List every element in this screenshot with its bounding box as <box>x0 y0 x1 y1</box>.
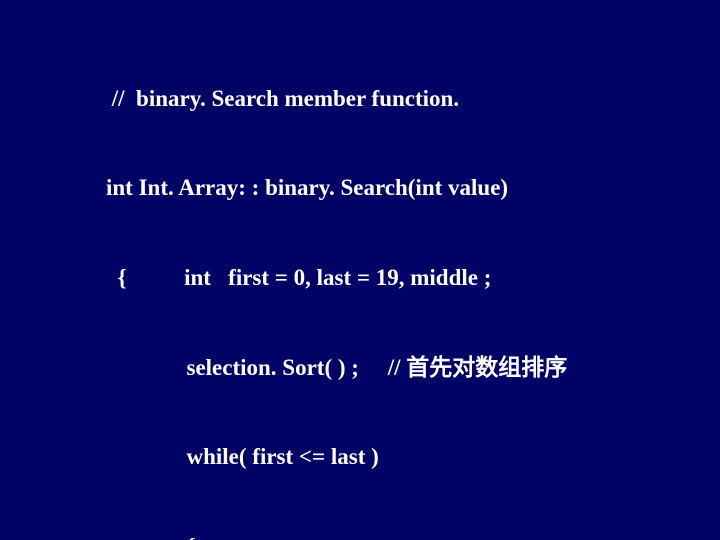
code-line: selection. Sort( ) ; // 首先对数组排序 <box>106 353 567 383</box>
code-line: // binary. Search member function. <box>106 84 567 114</box>
slide: // binary. Search member function. int I… <box>0 0 720 540</box>
code-line: int Int. Array: : binary. Search(int val… <box>106 173 567 203</box>
code-line: { <box>106 532 567 540</box>
code-line: while( first <= last ) <box>106 442 567 472</box>
code-line: { int first = 0, last = 19, middle ; <box>106 263 567 293</box>
code-block: // binary. Search member function. int I… <box>106 24 567 540</box>
